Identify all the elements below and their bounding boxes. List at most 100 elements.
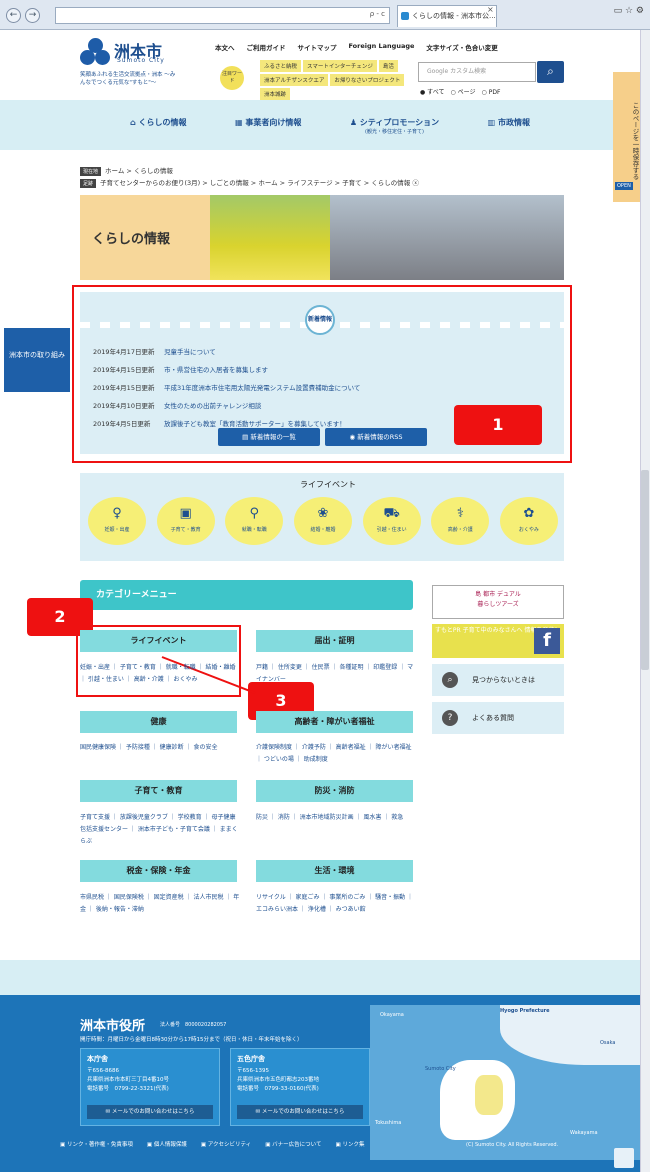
top-link-foreign[interactable]: Foreign Language — [349, 42, 415, 52]
keyword[interactable]: 洲本アルチザンスクエア — [260, 74, 329, 86]
search-input[interactable]: Google カスタム検索 — [418, 62, 536, 82]
news-list-button[interactable]: ▤ 新着情報の一覧 — [218, 428, 320, 446]
page-title: くらしの情報 — [92, 232, 171, 247]
facebook-icon: f — [534, 628, 560, 654]
news-rss-button[interactable]: ◉ 新着情報のRSS — [325, 428, 427, 446]
save-tab-open-badge[interactable]: OPEN — [615, 182, 633, 190]
news-link[interactable]: 平成31年度洲本市住宅用太陽光発電システム設置費補助金について — [164, 384, 360, 392]
logo-icon[interactable] — [80, 38, 112, 68]
footer-link[interactable]: ▣ リンク集 — [335, 1140, 364, 1148]
life-event-employment[interactable]: ⚲ 就職・転職 — [225, 497, 284, 545]
cat-links-health[interactable]: 国民健康保険 ｜ 予防接種 ｜ 健康診断 ｜ 食の安全 — [80, 742, 240, 754]
hero-image-crowd — [330, 195, 564, 280]
scrollbar-thumb[interactable] — [641, 470, 649, 670]
browser-tab[interactable]: くらしの情報 - 洲本市公... — [397, 5, 497, 27]
top-link-fontsize[interactable]: 文字サイズ・色合い変更 — [426, 42, 497, 52]
forward-button[interactable]: → — [25, 8, 40, 23]
cat-head-welfare[interactable]: 高齢者・障がい者福祉 — [256, 711, 413, 733]
office-hours: 開庁時間：月曜日から金曜日8時30分から17時15分まで（祝日・休日・年末年始を… — [80, 1037, 303, 1043]
footer-link[interactable]: ▣ 個人情報保護 — [147, 1140, 187, 1148]
life-event-bereavement[interactable]: ✿ おくやみ — [499, 497, 558, 545]
keyword[interactable]: 洲本城跡 — [260, 88, 291, 100]
cat-head-education[interactable]: 子育て・教育 — [80, 780, 237, 802]
banner-sumoto-pr[interactable]: すもとPR 子育て中のみなさんへ 情報を発信！ f — [432, 624, 564, 658]
address-search-icon[interactable]: ρ - c — [370, 10, 385, 18]
cat-links-life-environment[interactable]: リサイクル ｜ 家庭ごみ ｜ 事業所のごみ ｜ 騒音・振動 ｜ エコみらい洲本 … — [256, 892, 416, 916]
logo-tagline: 笑顔あふれる生活交流拠点・洲本 〜みんなでつくる元気な"すもと"〜 — [80, 72, 176, 86]
sumoto-initiatives-tab[interactable]: 洲本市の取り組み — [4, 328, 70, 392]
news-link[interactable]: 児童手当について — [164, 348, 216, 356]
faq-link[interactable]: ? よくある質問 — [432, 702, 564, 734]
not-found-link[interactable]: ⌕ 見つからないときは — [432, 664, 564, 696]
footer-link[interactable]: ▣ バナー広告について — [265, 1140, 321, 1148]
cat-links-education[interactable]: 子育て支援 ｜ 放課後児童クラブ ｜ 学校教育 ｜ 母子健康包括支援センター ｜… — [80, 812, 240, 848]
life-event-marriage[interactable]: ❀ 結婚・離婚 — [293, 497, 352, 545]
address-bar[interactable]: ρ - c — [55, 7, 390, 24]
logo-sub: Sumoto City — [117, 57, 165, 64]
news-list: 2019年4月17日更新 児童手当について 2019年4月15日更新 市・県営住宅の… — [93, 343, 360, 433]
tab-title: くらしの情報 - 洲本市公... — [412, 12, 496, 20]
top-link-main[interactable]: 本文へ — [215, 42, 235, 52]
window-controls[interactable]: ▭ ☆ ⚙ — [614, 6, 644, 16]
life-events-list: ♀ 妊娠・出産 ▣ 子育て・教育 ⚲ 就職・転職 ❀ 結婚・離婚 ⛟ 引越・住まい ⚕ 高齢… — [88, 497, 558, 545]
hero-banner: くらしの情報 — [80, 195, 564, 280]
page-top-button[interactable] — [614, 1148, 634, 1168]
life-event-pregnancy[interactable]: ♀ 妊娠・出産 — [88, 497, 146, 545]
breadcrumb-path[interactable]: ホーム > くらしの情報 — [105, 167, 173, 175]
nav-government[interactable]: ▥ 市政情報 — [488, 117, 530, 135]
history-path[interactable]: 子育てセンターからのお便り(3月) > しごとの情報 > ホーム > ライフステ… — [100, 179, 410, 187]
tab-close-icon[interactable]: × — [487, 5, 494, 14]
cat-head-life-environment[interactable]: 生活・環境 — [256, 860, 413, 882]
banner-dual-living[interactable]: 島 都市 デュアル 暮らしツアーズ — [432, 585, 564, 619]
mail-contact-main[interactable]: ✉ メールでのお問い合わせはこちら — [87, 1105, 213, 1119]
copyright: (C) Sumoto City. All Rights Reserved. — [466, 1142, 559, 1148]
back-button[interactable]: ← — [6, 8, 21, 23]
keyword[interactable]: 島活 — [378, 60, 398, 72]
nav-living[interactable]: ⌂ くらしの情報 — [130, 117, 187, 135]
news-item: 2019年4月15日更新 平成31年度洲本市住宅用太陽光発電システム設置費補助金に… — [93, 384, 361, 392]
radio-pdf[interactable]: PDF — [489, 89, 501, 96]
radio-page[interactable]: ページ — [458, 89, 476, 96]
top-link-guide[interactable]: ご利用ガイド — [247, 42, 286, 52]
life-event-elderly[interactable]: ⚕ 高齢・介護 — [431, 497, 490, 545]
cat-links-life[interactable]: 妊娠・出産 ｜ 子育て・教育 ｜ 就職・転職 ｜ 結婚・離婚 ｜ 引越・住まい … — [80, 662, 240, 686]
top-link-sitemap[interactable]: サイトマップ — [298, 42, 337, 52]
radio-all[interactable]: すべて — [427, 89, 444, 96]
close-history-icon[interactable]: ⓧ — [412, 179, 419, 187]
cat-head-health[interactable]: 健康 — [80, 711, 237, 733]
cat-head-tax[interactable]: 税金・保険・年金 — [80, 860, 237, 882]
news-link[interactable]: 放課後子ども教室「教育活動サポーター」を募集しています！ — [164, 420, 346, 428]
question-icon: ? — [442, 710, 458, 726]
cat-links-tax[interactable]: 市県民税 ｜ 国民保険税 ｜ 固定資産税 ｜ 法人市民税 ｜ 年金 ｜ 後納・報… — [80, 892, 240, 916]
corp-number: 法人番号 8000020282057 — [160, 1022, 227, 1028]
nav-promotion[interactable]: ♟ シティプロモーション (観光・移住定住・子育て) — [350, 117, 439, 135]
news-link[interactable]: 女性のための出前チャレンジ相談 — [164, 402, 261, 410]
news-item: 2019年4月17日更新 児童手当について — [93, 348, 216, 356]
keyword[interactable]: ふるさと納税 — [260, 60, 302, 72]
favicon-icon — [401, 12, 409, 20]
mail-contact-goshiki[interactable]: ✉ メールでのお問い合わせはこちら — [237, 1105, 363, 1119]
history-breadcrumb: 足跡 子育てセンターからのお便り(3月) > しごとの情報 > ホーム > ライフ… — [80, 177, 419, 188]
breadcrumb: 現在地 ホーム > くらしの情報 — [80, 165, 173, 176]
cat-head-disaster[interactable]: 防災・消防 — [256, 780, 413, 802]
footer-wave — [0, 960, 640, 995]
news-item: 2019年4月15日更新 市・県営住宅の入居者を募集します — [93, 366, 268, 374]
footer-link[interactable]: ▣ アクセシビリティ — [201, 1140, 251, 1148]
office-main: 本庁舎 〒656-8686 兵庫県洲本市本町三丁目4番10号 電話番号 0799… — [80, 1048, 220, 1126]
life-event-moving[interactable]: ⛟ 引越・住まい — [362, 497, 421, 545]
nav-business[interactable]: ▦ 事業者向け情報 — [235, 117, 301, 135]
featured-label: 注目ワード — [220, 66, 244, 90]
footer-link[interactable]: ▣ リンク・著作権・免責事項 — [60, 1140, 133, 1148]
keyword[interactable]: お帰りなさいプロジェクト — [330, 74, 405, 86]
cat-links-disaster[interactable]: 防災 ｜ 消防 ｜ 洲本市地域防災計画 ｜ 風水害 ｜ 救急 — [256, 812, 416, 824]
cat-links-notification[interactable]: 戸籍 ｜ 住所変更 ｜ 住民票 ｜ 各種証明 ｜ 印鑑登録 ｜ マイナンバー — [256, 662, 416, 686]
news-link[interactable]: 市・県営住宅の入居者を募集します — [164, 366, 268, 374]
category-menu-title: カテゴリーメニュー — [80, 580, 413, 610]
keyword[interactable]: スマートインターチェンジ — [303, 60, 377, 72]
life-event-childcare[interactable]: ▣ 子育て・教育 — [156, 497, 215, 545]
cat-links-welfare[interactable]: 介護保険制度 ｜ 介護予防 ｜ 高齢者福祉 ｜ 障がい者福祉 ｜ つどいの場 ｜… — [256, 742, 416, 766]
search-button[interactable]: ⌕ — [537, 61, 564, 83]
search-options: ● すべて ○ ページ ○ PDF — [420, 89, 501, 96]
cat-head-life[interactable]: ライフイベント — [80, 630, 237, 652]
cat-head-notification[interactable]: 届出・証明 — [256, 630, 413, 652]
